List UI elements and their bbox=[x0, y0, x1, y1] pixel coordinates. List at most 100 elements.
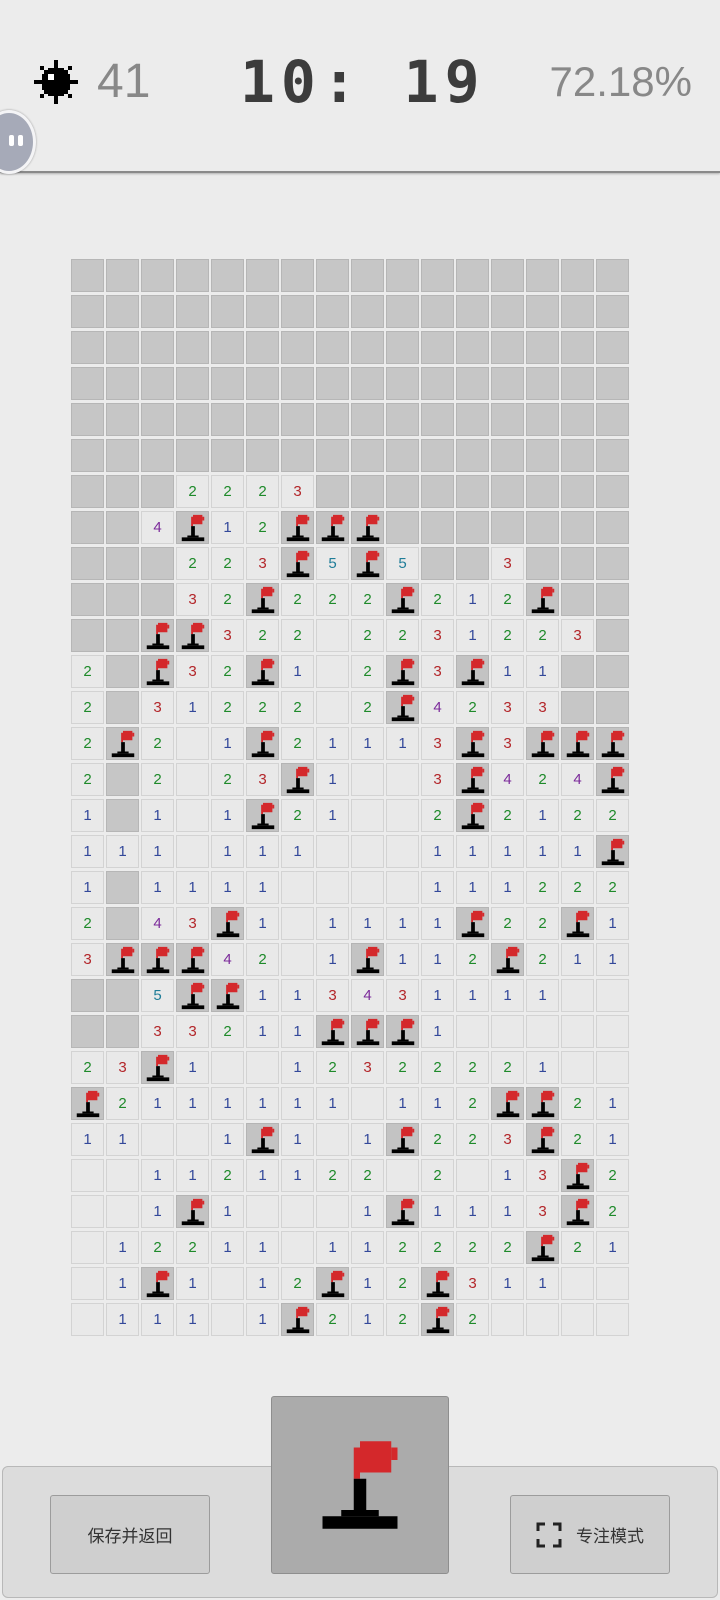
number-cell[interactable]: 3 bbox=[316, 979, 349, 1012]
board-cell[interactable] bbox=[526, 439, 559, 472]
board-cell[interactable] bbox=[176, 367, 209, 400]
number-cell[interactable]: 2 bbox=[596, 1159, 629, 1192]
number-cell[interactable]: 3 bbox=[351, 1051, 384, 1084]
number-cell[interactable]: 3 bbox=[176, 1015, 209, 1048]
board-cell[interactable] bbox=[421, 403, 454, 436]
flagged-cell[interactable] bbox=[596, 727, 629, 760]
number-cell[interactable]: 2 bbox=[561, 799, 594, 832]
number-cell[interactable]: 3 bbox=[281, 475, 314, 508]
number-cell[interactable]: 1 bbox=[281, 655, 314, 688]
board-cell[interactable] bbox=[561, 475, 594, 508]
board-cell[interactable] bbox=[281, 331, 314, 364]
board-cell[interactable] bbox=[141, 259, 174, 292]
flagged-cell[interactable] bbox=[561, 1195, 594, 1228]
number-cell[interactable]: 1 bbox=[246, 1159, 279, 1192]
flagged-cell[interactable] bbox=[456, 727, 489, 760]
flagged-cell[interactable] bbox=[106, 943, 139, 976]
board-cell[interactable] bbox=[386, 259, 419, 292]
board-cell[interactable] bbox=[316, 259, 349, 292]
number-cell[interactable]: 1 bbox=[316, 799, 349, 832]
board-cell[interactable] bbox=[71, 619, 104, 652]
board-cell[interactable] bbox=[71, 475, 104, 508]
flagged-cell[interactable] bbox=[491, 1087, 524, 1120]
number-cell[interactable]: 1 bbox=[281, 1051, 314, 1084]
board-cell[interactable] bbox=[316, 439, 349, 472]
flagged-cell[interactable] bbox=[246, 1123, 279, 1156]
board-cell[interactable] bbox=[71, 403, 104, 436]
flagged-cell[interactable] bbox=[351, 547, 384, 580]
flagged-cell[interactable] bbox=[491, 943, 524, 976]
board-cell[interactable] bbox=[211, 295, 244, 328]
number-cell[interactable]: 2 bbox=[491, 799, 524, 832]
number-cell[interactable]: 4 bbox=[421, 691, 454, 724]
number-cell[interactable]: 2 bbox=[246, 691, 279, 724]
board-cell[interactable] bbox=[211, 439, 244, 472]
board-cell[interactable] bbox=[316, 475, 349, 508]
board-cell[interactable] bbox=[561, 583, 594, 616]
number-cell[interactable]: 1 bbox=[421, 907, 454, 940]
number-cell[interactable]: 2 bbox=[281, 619, 314, 652]
board-cell[interactable] bbox=[526, 547, 559, 580]
board-cell[interactable] bbox=[526, 295, 559, 328]
board-cell[interactable] bbox=[71, 511, 104, 544]
number-cell[interactable]: 2 bbox=[211, 1159, 244, 1192]
number-cell[interactable]: 3 bbox=[421, 727, 454, 760]
board-cell[interactable] bbox=[351, 403, 384, 436]
number-cell[interactable]: 1 bbox=[491, 1195, 524, 1228]
number-cell[interactable]: 1 bbox=[316, 727, 349, 760]
number-cell[interactable]: 1 bbox=[141, 1087, 174, 1120]
number-cell[interactable]: 2 bbox=[351, 1159, 384, 1192]
number-cell[interactable]: 2 bbox=[211, 583, 244, 616]
board-cell[interactable] bbox=[281, 367, 314, 400]
board-cell[interactable] bbox=[281, 295, 314, 328]
flagged-cell[interactable] bbox=[246, 583, 279, 616]
flagged-cell[interactable] bbox=[71, 1087, 104, 1120]
board-cell[interactable] bbox=[421, 547, 454, 580]
board-cell[interactable] bbox=[386, 403, 419, 436]
number-cell[interactable]: 1 bbox=[596, 1231, 629, 1264]
board-cell[interactable] bbox=[71, 331, 104, 364]
number-cell[interactable]: 1 bbox=[141, 1159, 174, 1192]
board-cell[interactable] bbox=[141, 367, 174, 400]
number-cell[interactable]: 1 bbox=[421, 835, 454, 868]
board-cell[interactable] bbox=[71, 295, 104, 328]
number-cell[interactable]: 1 bbox=[561, 943, 594, 976]
board-cell[interactable] bbox=[456, 439, 489, 472]
number-cell[interactable]: 1 bbox=[596, 943, 629, 976]
number-cell[interactable]: 1 bbox=[421, 1015, 454, 1048]
board-cell[interactable] bbox=[491, 295, 524, 328]
number-cell[interactable]: 2 bbox=[596, 871, 629, 904]
board-cell[interactable] bbox=[596, 259, 629, 292]
board-cell[interactable] bbox=[106, 1015, 139, 1048]
flagged-cell[interactable] bbox=[106, 727, 139, 760]
number-cell[interactable]: 1 bbox=[211, 511, 244, 544]
board-cell[interactable] bbox=[561, 259, 594, 292]
flagged-cell[interactable] bbox=[316, 511, 349, 544]
board-cell[interactable] bbox=[246, 295, 279, 328]
board-cell[interactable] bbox=[561, 331, 594, 364]
flagged-cell[interactable] bbox=[561, 907, 594, 940]
number-cell[interactable]: 2 bbox=[211, 547, 244, 580]
number-cell[interactable]: 2 bbox=[491, 907, 524, 940]
number-cell[interactable]: 1 bbox=[596, 1123, 629, 1156]
number-cell[interactable]: 2 bbox=[211, 763, 244, 796]
board-cell[interactable] bbox=[596, 367, 629, 400]
number-cell[interactable]: 1 bbox=[106, 1303, 139, 1336]
number-cell[interactable]: 2 bbox=[71, 691, 104, 724]
number-cell[interactable]: 2 bbox=[526, 871, 559, 904]
flagged-cell[interactable] bbox=[281, 763, 314, 796]
number-cell[interactable]: 1 bbox=[491, 1159, 524, 1192]
number-cell[interactable]: 1 bbox=[281, 835, 314, 868]
number-cell[interactable]: 1 bbox=[456, 979, 489, 1012]
board-cell[interactable] bbox=[421, 331, 454, 364]
board-cell[interactable] bbox=[106, 439, 139, 472]
board-cell[interactable] bbox=[351, 475, 384, 508]
number-cell[interactable]: 1 bbox=[141, 835, 174, 868]
flagged-cell[interactable] bbox=[141, 655, 174, 688]
number-cell[interactable]: 2 bbox=[316, 583, 349, 616]
board-cell[interactable] bbox=[561, 511, 594, 544]
number-cell[interactable]: 3 bbox=[246, 547, 279, 580]
number-cell[interactable]: 1 bbox=[386, 943, 419, 976]
board-cell[interactable] bbox=[421, 367, 454, 400]
board-cell[interactable] bbox=[386, 439, 419, 472]
